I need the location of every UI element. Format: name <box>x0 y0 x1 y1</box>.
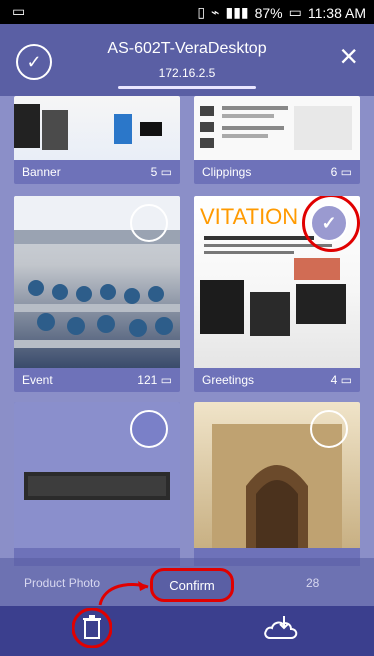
time: 11:38 AM <box>307 4 366 21</box>
battery-percent: 87% <box>254 4 283 21</box>
app-bar: ✓ AS-602T-VeraDesktop 172.16.2.5 × <box>0 24 374 96</box>
photo-icon: ▭ <box>340 165 352 179</box>
delete-button[interactable] <box>72 608 112 648</box>
album-label: Event <box>22 373 53 387</box>
album-label: Greetings <box>202 373 255 387</box>
album-count-faded: 28 <box>306 576 320 590</box>
vibrate-icon: ▯ <box>197 4 206 20</box>
battery-icon: ▭ <box>288 4 302 20</box>
album-count: 121 ▭ <box>137 373 172 387</box>
album-tile[interactable]: Banner 5 ▭ <box>14 96 180 184</box>
select-circle[interactable] <box>130 204 168 242</box>
close-icon: × <box>339 38 358 74</box>
album-tile[interactable]: Clippings 6 ▭ <box>194 96 360 184</box>
album-grid: Banner 5 ▭ Clippings 6 ▭ Event 121 ▭ VIT… <box>0 96 374 566</box>
album-count: 6 ▭ <box>330 165 352 179</box>
album-tile[interactable]: VITATION ✓ Greetings 4 ▭ <box>194 196 360 392</box>
confirm-label: Confirm <box>169 577 215 593</box>
album-meta: Clippings 6 ▭ <box>194 160 360 184</box>
album-label: Clippings <box>202 165 252 179</box>
album-meta: Banner 5 ▭ <box>14 160 180 184</box>
album-thumbnail <box>194 96 360 160</box>
status-bar: ▭ ▯ ⌁ ▮▮▮ 87% ▭ 11:38 AM <box>0 0 374 24</box>
select-circle[interactable] <box>130 410 168 448</box>
album-count: 4 ▭ <box>330 373 352 387</box>
photo-icon: ▭ <box>160 373 172 387</box>
close-button[interactable]: × <box>339 40 358 72</box>
arrow-annotation <box>98 581 149 606</box>
signal-icon: ▮▮▮ <box>225 4 249 20</box>
bottom-action-bar <box>0 606 374 656</box>
album-label-faded: Product Photo <box>24 576 101 590</box>
album-label: Banner <box>22 165 61 179</box>
trash-icon <box>72 608 112 648</box>
album-tile[interactable] <box>194 402 360 566</box>
album-tile[interactable]: Event 121 ▭ <box>14 196 180 392</box>
banner-thumbnail-art <box>14 104 162 150</box>
svg-text:VITATION: VITATION <box>200 204 298 229</box>
app-subtitle: 172.16.2.5 <box>158 66 216 80</box>
screen-icon: ▭ <box>12 3 26 19</box>
album-meta: Greetings 4 ▭ <box>194 368 360 392</box>
download-button[interactable] <box>260 610 300 650</box>
cloud-download-icon <box>264 616 298 639</box>
confirm-button[interactable]: Confirm <box>150 568 234 602</box>
album-meta: Event 121 ▭ <box>14 368 180 392</box>
highlight-ring <box>302 196 360 252</box>
app-title: AS-602T-VeraDesktop <box>107 40 267 57</box>
wifi-icon: ⌁ <box>211 4 220 20</box>
album-count: 5 ▭ <box>150 165 172 179</box>
photo-icon: ▭ <box>340 373 352 387</box>
album-thumbnail <box>14 96 180 160</box>
status-icons: ▯ ⌁ ▮▮▮ 87% ▭ 11:38 AM <box>197 4 366 21</box>
title-underline <box>118 86 256 89</box>
photo-icon: ▭ <box>160 165 172 179</box>
clippings-thumbnail-art <box>200 106 352 150</box>
album-tile[interactable] <box>14 402 180 566</box>
select-circle[interactable] <box>310 410 348 448</box>
